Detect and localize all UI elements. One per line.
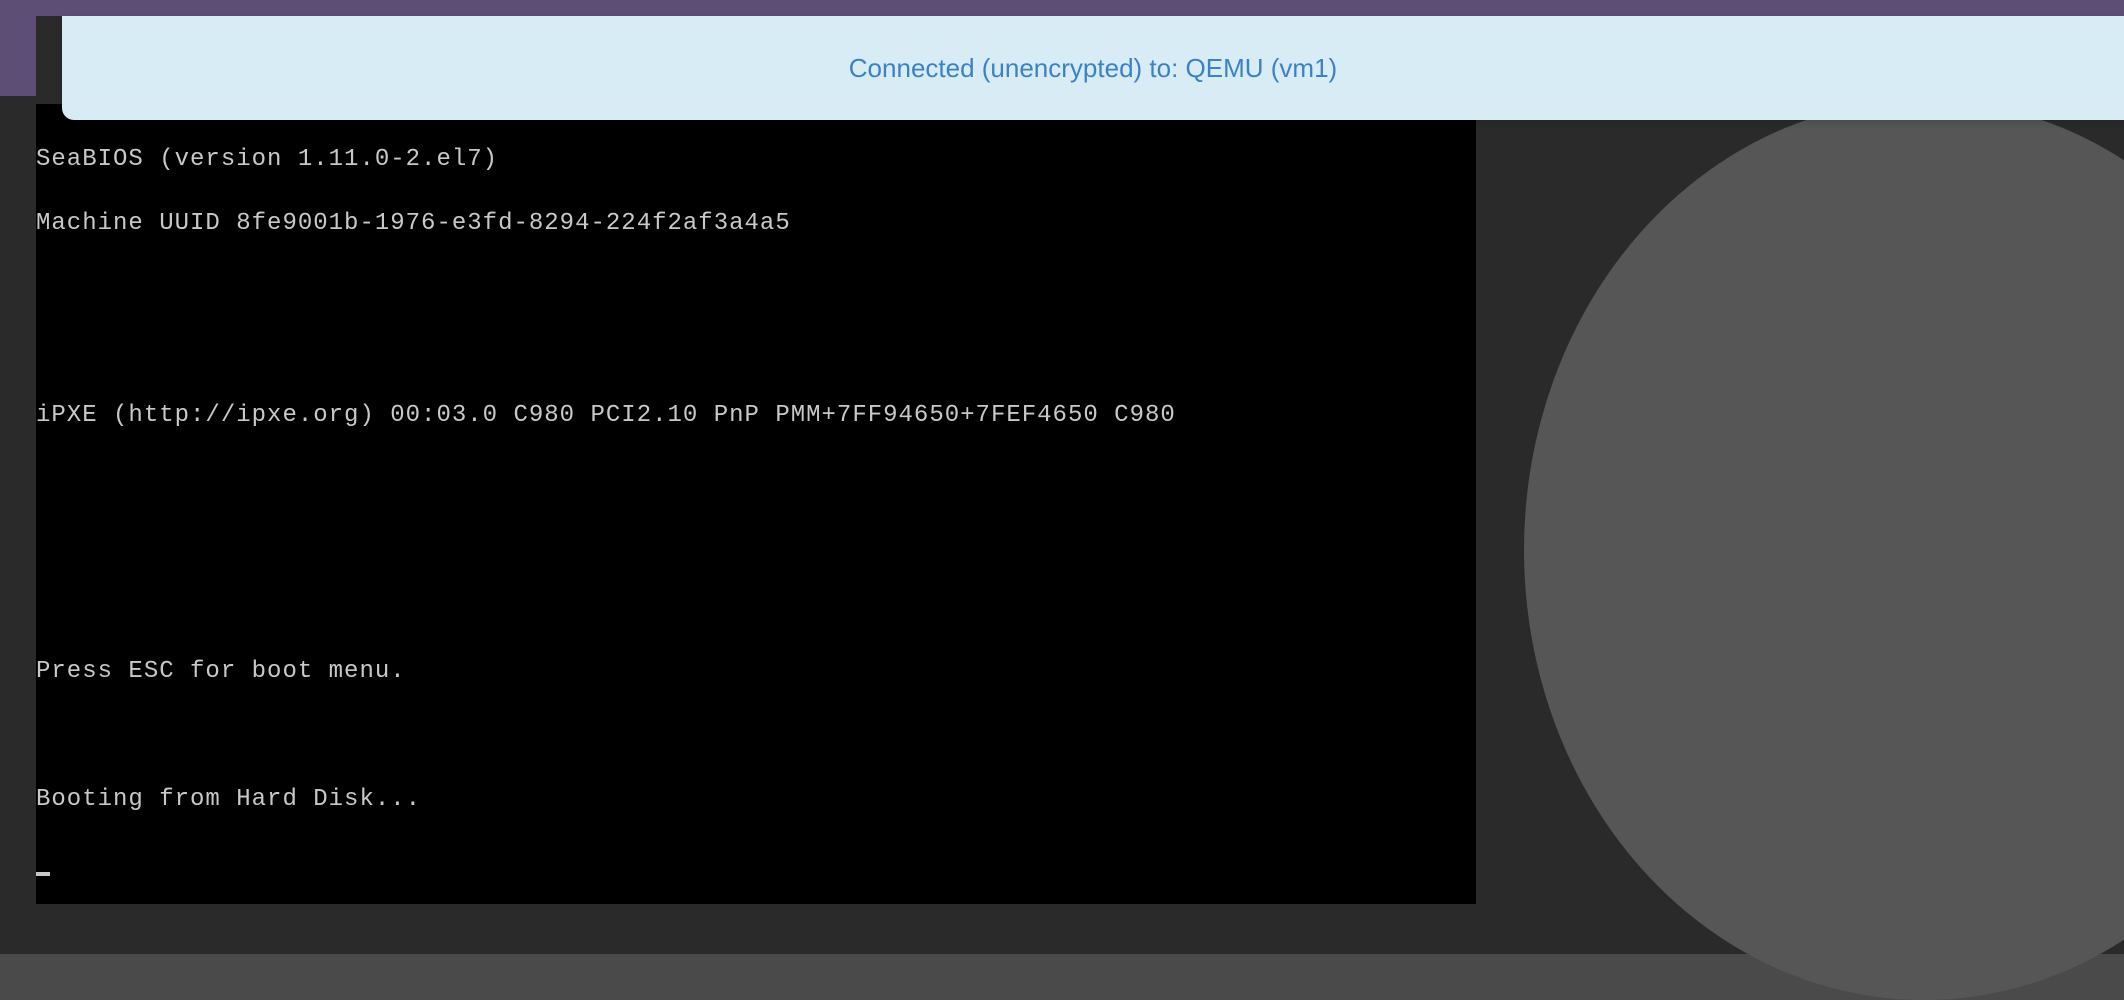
terminal-line <box>36 720 1476 752</box>
vnc-terminal-viewport[interactable]: SeaBIOS (version 1.11.0-2.el7) Machine U… <box>36 104 1476 904</box>
terminal-line <box>36 592 1476 624</box>
terminal-line <box>36 272 1476 304</box>
terminal-line: Booting from Hard Disk... <box>36 784 1476 816</box>
terminal-line: iPXE (http://ipxe.org) 00:03.0 C980 PCI2… <box>36 400 1476 432</box>
connection-status-text: Connected (unencrypted) to: QEMU (vm1) <box>849 53 1337 84</box>
terminal-cursor <box>36 872 50 876</box>
terminal-line <box>36 528 1476 560</box>
connection-status-banner: Connected (unencrypted) to: QEMU (vm1) <box>62 16 2124 120</box>
terminal-line: Press ESC for boot menu. <box>36 656 1476 688</box>
left-sidebar-stub <box>0 16 36 96</box>
terminal-line: SeaBIOS (version 1.11.0-2.el7) <box>36 144 1476 176</box>
terminal-line <box>36 336 1476 368</box>
background-curve <box>1524 100 2124 1000</box>
terminal-output: SeaBIOS (version 1.11.0-2.el7) Machine U… <box>36 104 1476 919</box>
window-title-bar <box>0 0 2124 16</box>
terminal-line: Machine UUID 8fe9001b-1976-e3fd-8294-224… <box>36 208 1476 240</box>
terminal-line <box>36 464 1476 496</box>
